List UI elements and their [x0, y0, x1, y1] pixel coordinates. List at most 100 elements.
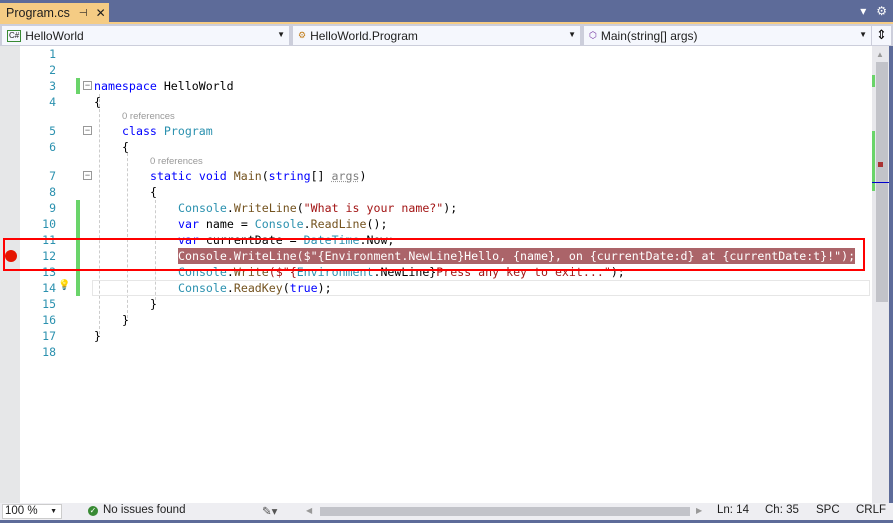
line-number: 6	[49, 140, 56, 154]
chevron-down-icon: ▼	[568, 30, 576, 39]
zoom-dropdown[interactable]: 100 % ▼	[2, 504, 62, 519]
horizontal-scrollbar[interactable]	[320, 507, 690, 516]
scroll-left-icon[interactable]: ◀	[306, 506, 312, 515]
code-line[interactable]: 18	[0, 344, 872, 360]
code-line[interactable]: 15}	[0, 296, 872, 312]
highlight-box	[3, 238, 865, 271]
code-line[interactable]: 14 💡 Console.ReadKey(true);	[0, 280, 872, 296]
code-token: }	[150, 297, 157, 311]
line-number: 9	[49, 201, 56, 215]
tab-list-dropdown-icon[interactable]: ▾	[860, 4, 866, 18]
breakpoint-marker	[878, 162, 883, 167]
scroll-right-icon[interactable]: ▶	[696, 506, 702, 515]
line-number: 14	[42, 281, 56, 295]
code-text[interactable]: Console.ReadKey(true);	[178, 280, 332, 296]
change-indicator	[76, 216, 80, 232]
type-label: HelloWorld.Program	[310, 28, 418, 43]
code-text[interactable]: }	[150, 296, 157, 312]
code-token: class	[122, 124, 164, 138]
code-token: "What is your name?"	[303, 201, 444, 215]
collapse-icon[interactable]: −	[83, 126, 92, 135]
issues-label: No issues found	[103, 504, 186, 516]
gear-icon[interactable]: ⚙	[876, 4, 887, 18]
member-label: Main(string[] args)	[600, 28, 698, 43]
code-line[interactable]: 1	[0, 46, 872, 62]
code-token: static void	[150, 169, 234, 183]
line-ending-indicator[interactable]: CRLF	[856, 504, 886, 516]
code-token: {	[122, 140, 129, 154]
code-token: {	[150, 185, 157, 199]
code-token: .	[303, 217, 311, 231]
csharp-project-icon: C#	[7, 29, 22, 42]
code-text[interactable]: var name = Console.ReadLine();	[178, 216, 387, 232]
code-text[interactable]: Console.WriteLine("What is your name?");	[178, 200, 457, 216]
code-token: namespace	[94, 79, 164, 93]
check-circle-icon: ✓	[88, 506, 98, 516]
split-window-button[interactable]: ⇕	[872, 26, 891, 45]
code-lens-references[interactable]: 0 references	[122, 110, 175, 123]
code-token: {	[94, 95, 101, 109]
vertical-scrollbar[interactable]: ▲	[872, 46, 889, 503]
code-text[interactable]: {	[94, 94, 101, 110]
code-line[interactable]: 5 − class Program	[0, 123, 872, 139]
code-line[interactable]: 2	[0, 62, 872, 78]
code-text[interactable]: static void Main(string[] args)	[150, 168, 366, 184]
code-line[interactable]: 6{	[0, 139, 872, 155]
code-line[interactable]: 10 var name = Console.ReadLine();	[0, 216, 872, 232]
code-text[interactable]: class Program	[122, 123, 213, 139]
lightbulb-icon[interactable]: 💡	[58, 280, 70, 291]
line-number: 4	[49, 95, 56, 109]
code-token: .	[226, 281, 234, 295]
code-token: Console	[178, 281, 227, 295]
close-icon[interactable]: ✕	[96, 6, 106, 20]
code-cleanup-icon[interactable]: ✎▾	[262, 504, 277, 518]
code-text[interactable]: }	[122, 312, 129, 328]
code-line[interactable]: 7 − static void Main(string[] args)	[0, 168, 872, 184]
scroll-up-icon[interactable]: ▲	[876, 50, 884, 59]
code-text[interactable]: namespace HelloWorld	[94, 78, 234, 94]
code-token: )	[359, 169, 367, 183]
tab-program-cs[interactable]: Program.cs ⊣ ✕	[0, 3, 109, 23]
code-line[interactable]: 16}	[0, 312, 872, 328]
code-line[interactable]: 3 − namespace HelloWorld	[0, 78, 872, 94]
code-token: );	[317, 281, 332, 295]
code-token: true	[289, 281, 318, 295]
code-token: .	[226, 201, 234, 215]
line-number: 1	[49, 47, 56, 61]
class-icon: ⚙	[298, 30, 307, 40]
code-editor[interactable]: 1 2 3− namespace HelloWorld 4{0 references 5−…	[0, 46, 872, 503]
collapse-icon[interactable]: −	[83, 171, 92, 180]
code-text[interactable]: {	[122, 139, 129, 155]
code-token: Console	[254, 217, 304, 231]
method-icon: ⬡	[589, 30, 597, 40]
code-token: ReadKey	[233, 281, 283, 295]
line-number: 10	[42, 217, 56, 231]
code-token: name =	[205, 217, 255, 231]
code-token: WriteLine	[233, 201, 297, 215]
code-lens-references[interactable]: 0 references	[150, 155, 203, 168]
code-line[interactable]: 8{	[0, 184, 872, 200]
pin-icon[interactable]: ⊣	[79, 8, 88, 19]
code-line[interactable]: 17}	[0, 328, 872, 344]
line-indicator[interactable]: Ln: 14	[717, 504, 749, 516]
chevron-down-icon: ▼	[859, 30, 867, 39]
code-line[interactable]: 4{	[0, 94, 872, 110]
code-token: (	[296, 201, 304, 215]
whitespace-indicator[interactable]: SPC	[816, 504, 840, 516]
type-dropdown[interactable]: ⚙ HelloWorld.Program ▼	[293, 26, 580, 45]
line-number: 17	[42, 329, 56, 343]
code-text[interactable]: {	[150, 184, 157, 200]
tab-title: Program.cs	[6, 6, 70, 20]
code-text[interactable]: }	[94, 328, 101, 344]
code-token: string	[268, 169, 311, 183]
member-dropdown[interactable]: ⬡ Main(string[] args) ▼	[584, 26, 871, 45]
change-indicator	[76, 200, 80, 216]
code-token: );	[443, 201, 458, 215]
project-dropdown[interactable]: C# HelloWorld ▼	[2, 26, 289, 45]
issues-indicator[interactable]: ✓ No issues found	[88, 504, 185, 516]
code-line[interactable]: 9 Console.WriteLine("What is your name?")…	[0, 200, 872, 216]
code-token: args	[331, 169, 360, 183]
column-indicator[interactable]: Ch: 35	[765, 504, 799, 516]
code-token: (	[261, 169, 269, 183]
collapse-icon[interactable]: −	[83, 81, 92, 90]
